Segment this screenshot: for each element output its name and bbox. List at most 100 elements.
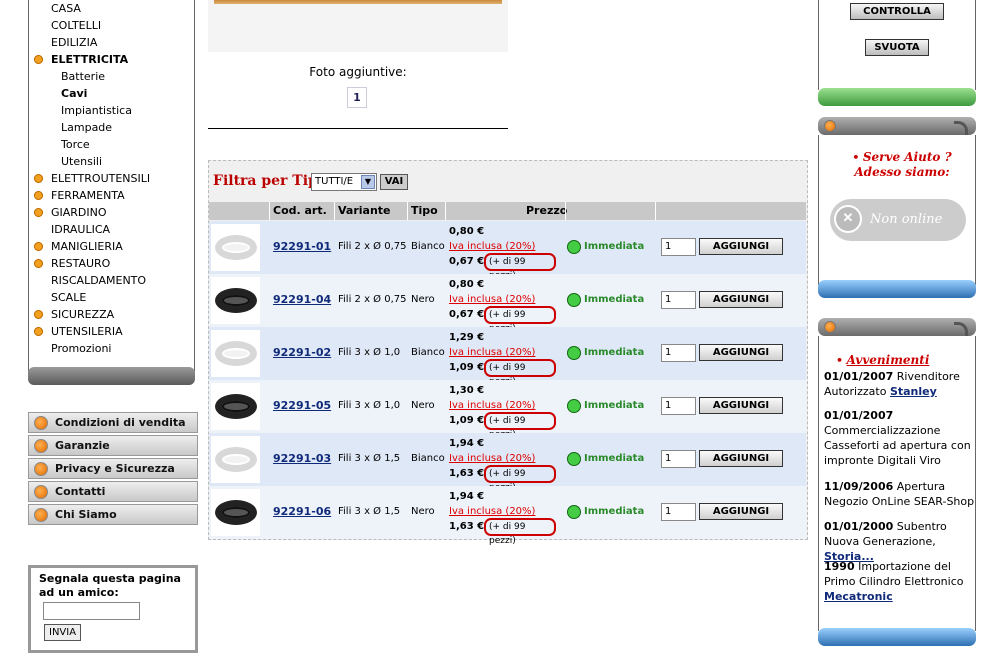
menu-contatti[interactable]: Contatti: [28, 481, 198, 502]
type-select[interactable]: TUTTI/E ▼: [311, 173, 377, 191]
quantity-input[interactable]: 1: [661, 450, 696, 468]
bulk-quantity-badge: (+ di 99 pezzi): [484, 306, 556, 334]
empty-cart-button[interactable]: SVUOTA: [865, 39, 929, 56]
product-thumbnail[interactable]: [211, 436, 260, 483]
category-link[interactable]: Promozioni: [51, 340, 111, 357]
vat-link[interactable]: Iva inclusa (20%): [449, 453, 535, 464]
subcategory-link[interactable]: Impiantistica: [61, 102, 132, 119]
category-link[interactable]: FERRAMENTA: [34, 187, 125, 204]
product-price: 1,30 €: [449, 385, 485, 396]
header-price: Prezzo: [526, 204, 568, 217]
product-code-link[interactable]: 92291-03: [273, 452, 331, 465]
category-label: SCALE: [51, 291, 87, 304]
chat-status-button[interactable]: ✕ Non online: [830, 199, 966, 241]
menu-garanzie[interactable]: Garanzie: [28, 435, 198, 456]
quantity-input[interactable]: 1: [661, 238, 696, 256]
vat-link[interactable]: Iva inclusa (20%): [449, 294, 535, 305]
table-row: 92291-03 Fili 3 x Ø 1,5 Bianco 1,94 € Iva in…: [209, 433, 806, 493]
subcategory-link[interactable]: Utensili: [61, 153, 102, 170]
event-item: 11/09/2006 Apertura Negozio OnLine SEAR-…: [824, 479, 976, 509]
event-link[interactable]: Stanley: [890, 385, 937, 398]
product-thumbnail[interactable]: [211, 330, 260, 377]
menu-condizioni-vendita[interactable]: Condizioni di vendita: [28, 412, 198, 433]
events-box-footer: [818, 628, 976, 646]
friend-email-input[interactable]: [43, 602, 140, 620]
filter-go-button[interactable]: VAI: [380, 174, 408, 190]
availability-status: Immediata: [567, 505, 644, 519]
menu-chi-siamo[interactable]: Chi Siamo: [28, 504, 198, 525]
product-thumbnail[interactable]: [211, 224, 260, 271]
add-to-cart-button[interactable]: AGGIUNGI: [699, 397, 783, 414]
subcategory-link[interactable]: Batterie: [61, 68, 105, 85]
vat-link[interactable]: Iva inclusa (20%): [449, 241, 535, 252]
add-to-cart-button[interactable]: AGGIUNGI: [699, 344, 783, 361]
gallery-page-link[interactable]: 1: [347, 87, 367, 108]
header-separator: [565, 202, 566, 220]
category-link[interactable]: ELETTRICITA: [34, 51, 129, 68]
cable-coil-icon: [215, 500, 257, 525]
add-to-cart-button[interactable]: AGGIUNGI: [699, 291, 783, 308]
smiley-icon: [567, 452, 581, 466]
event-date: 1990: [824, 560, 855, 573]
category-link[interactable]: COLTELLI: [51, 17, 101, 34]
vat-link[interactable]: Iva inclusa (20%): [449, 400, 535, 411]
product-price: 1,94 €: [449, 491, 485, 502]
add-to-cart-button[interactable]: AGGIUNGI: [699, 450, 783, 467]
header-separator: [407, 202, 408, 220]
subcategory-link[interactable]: Lampade: [61, 119, 112, 136]
offline-icon: ✕: [834, 205, 862, 233]
product-variant: Fili 3 x Ø 1,0: [338, 347, 401, 358]
product-code-link[interactable]: 92291-05: [273, 399, 331, 412]
category-link[interactable]: MANIGLIERIA: [34, 238, 123, 255]
product-code-link[interactable]: 92291-06: [273, 505, 331, 518]
events-title-wrap: • Avvenimenti: [836, 353, 929, 367]
product-code-link[interactable]: 92291-02: [273, 346, 331, 359]
category-link[interactable]: SCALE: [51, 289, 86, 306]
availability-label: Immediata: [584, 241, 645, 252]
check-cart-button[interactable]: CONTROLLA: [850, 3, 944, 20]
menu-label: Garanzie: [55, 439, 110, 452]
vat-link[interactable]: Iva inclusa (20%): [449, 506, 535, 517]
product-thumbnail[interactable]: [211, 277, 260, 324]
orange-bullet-icon: [34, 485, 48, 499]
product-thumbnail[interactable]: [211, 489, 260, 536]
category-label: CASA: [51, 2, 81, 15]
bulk-price: 0,67 €: [449, 256, 485, 267]
subcategory-link[interactable]: Torce: [61, 136, 90, 153]
product-variant: Fili 3 x Ø 1,5: [338, 506, 401, 517]
category-link[interactable]: CASA: [51, 0, 81, 17]
quantity-input[interactable]: 1: [661, 397, 696, 415]
category-link[interactable]: EDILIZIA: [51, 34, 97, 51]
menu-label: Chi Siamo: [55, 508, 117, 521]
product-price: 1,29 €: [449, 332, 485, 343]
category-label: ELETTRICITA: [51, 53, 129, 66]
send-button[interactable]: INVIA: [44, 624, 82, 641]
divider: [208, 128, 508, 129]
event-link[interactable]: Mecatronic: [824, 590, 893, 603]
product-image: [208, 0, 508, 52]
category-link[interactable]: GIARDINO: [34, 204, 107, 221]
menu-privacy[interactable]: Privacy e Sicurezza: [28, 458, 198, 479]
product-code-link[interactable]: 92291-04: [273, 293, 331, 306]
availability-status: Immediata: [567, 293, 644, 307]
category-link[interactable]: RISCALDAMENTO: [51, 272, 146, 289]
quantity-input[interactable]: 1: [661, 291, 696, 309]
header-separator: [445, 202, 446, 220]
product-type: Bianco: [411, 241, 445, 252]
vat-link[interactable]: Iva inclusa (20%): [449, 347, 535, 358]
category-link[interactable]: ELETTROUTENSILI: [34, 170, 150, 187]
quantity-input[interactable]: 1: [661, 503, 696, 521]
quantity-input[interactable]: 1: [661, 344, 696, 362]
add-to-cart-button[interactable]: AGGIUNGI: [699, 238, 783, 255]
product-thumbnail[interactable]: [211, 383, 260, 430]
category-link[interactable]: SICUREZZA: [34, 306, 114, 323]
subcategory-link[interactable]: Cavi: [61, 85, 87, 102]
cart-box-footer: [818, 88, 976, 106]
category-link[interactable]: IDRAULICA: [51, 221, 110, 238]
category-link[interactable]: UTENSILERIA: [34, 323, 123, 340]
category-link[interactable]: RESTAURO: [34, 255, 110, 272]
product-code-link[interactable]: 92291-01: [273, 240, 331, 253]
smiley-icon: [567, 399, 581, 413]
product-type: Nero: [411, 294, 435, 305]
add-to-cart-button[interactable]: AGGIUNGI: [699, 503, 783, 520]
